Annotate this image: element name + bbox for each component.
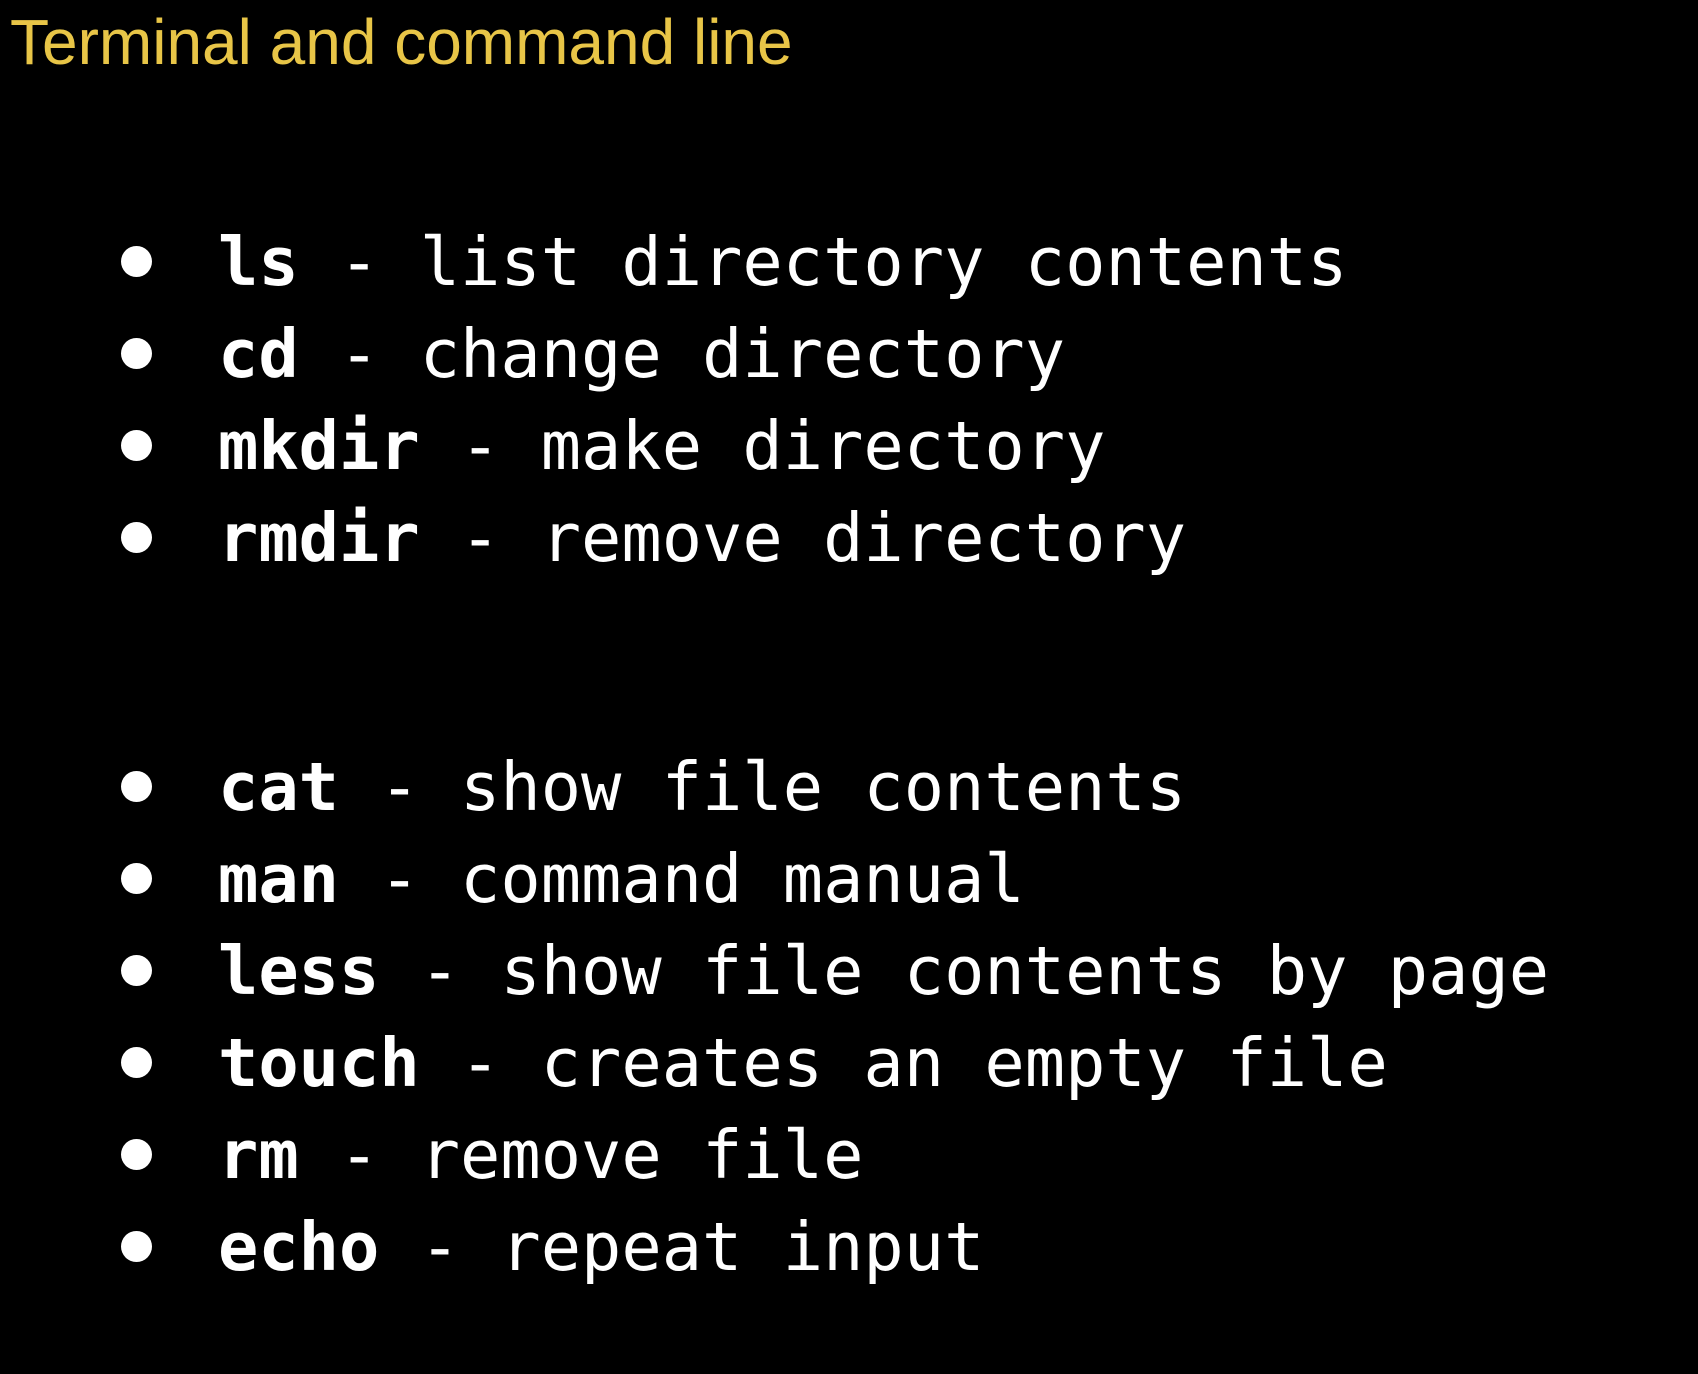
slide: Terminal and command line ls - list dire… (0, 0, 1698, 1374)
separator: - (379, 1208, 501, 1286)
separator: - (419, 407, 541, 485)
list-item: man - command manual (0, 833, 1549, 925)
command-name: rmdir (218, 499, 420, 577)
command-name: cd (218, 315, 299, 393)
command-description: creates an empty file (540, 1024, 1388, 1102)
bullet-icon (121, 246, 152, 277)
command-description: remove file (419, 1116, 864, 1194)
command-name: ls (218, 223, 299, 301)
command-name: mkdir (218, 407, 420, 485)
bullet-icon (121, 338, 152, 369)
separator: - (379, 932, 501, 1010)
list-item: mkdir - make directory (0, 400, 1347, 492)
bullet-icon (121, 522, 152, 553)
bullet-icon (121, 771, 152, 802)
bullet-icon (121, 1047, 152, 1078)
command-description: remove directory (540, 499, 1187, 577)
command-description: make directory (540, 407, 1106, 485)
command-name: cat (218, 748, 340, 826)
command-name: echo (218, 1208, 380, 1286)
command-description: show file contents (460, 748, 1187, 826)
bullet-icon (121, 430, 152, 461)
separator: - (339, 748, 461, 826)
command-description: change directory (419, 315, 1066, 393)
separator: - (298, 223, 420, 301)
bullet-icon (121, 955, 152, 986)
list-item: touch - creates an empty file (0, 1017, 1549, 1109)
separator: - (298, 1116, 420, 1194)
command-list-directories: ls - list directory contents cd - change… (0, 216, 1347, 584)
bullet-icon (121, 1231, 152, 1262)
list-item: rm - remove file (0, 1109, 1549, 1201)
list-item: less - show file contents by page (0, 925, 1549, 1017)
list-item: cd - change directory (0, 308, 1347, 400)
command-name: rm (218, 1116, 299, 1194)
command-description: list directory contents (419, 223, 1348, 301)
command-list-files: cat - show file contents man - command m… (0, 741, 1549, 1293)
list-item: cat - show file contents (0, 741, 1549, 833)
command-description: show file contents by page (500, 932, 1550, 1010)
command-name: touch (218, 1024, 420, 1102)
list-item: ls - list directory contents (0, 216, 1347, 308)
bullet-icon (121, 1139, 152, 1170)
command-name: less (218, 932, 380, 1010)
separator: - (298, 315, 420, 393)
command-description: command manual (460, 840, 1025, 918)
list-item: echo - repeat input (0, 1201, 1549, 1293)
command-description: repeat input (500, 1208, 985, 1286)
command-name: man (218, 840, 340, 918)
separator: - (419, 499, 541, 577)
list-item: rmdir - remove directory (0, 492, 1347, 584)
slide-title: Terminal and command line (10, 6, 793, 78)
bullet-icon (121, 863, 152, 894)
separator: - (339, 840, 461, 918)
separator: - (419, 1024, 541, 1102)
